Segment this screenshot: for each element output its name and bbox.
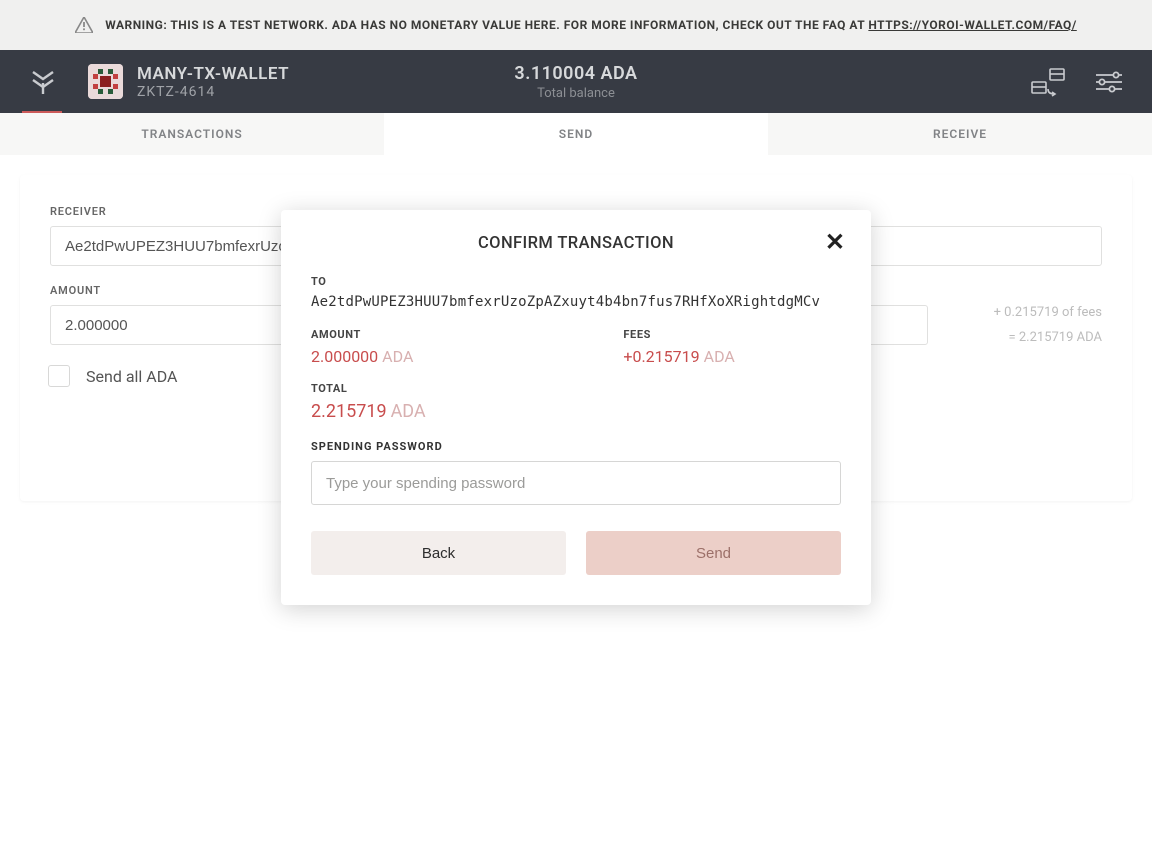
confirm-transaction-modal: CONFIRM TRANSACTION ✕ TO Ae2tdPwUPEZ3HUU… [281, 210, 871, 605]
modal-title: CONFIRM TRANSACTION [311, 234, 841, 253]
back-button[interactable]: Back [311, 531, 566, 575]
amount-value: 2.000000 [311, 347, 378, 366]
fees-unit: ADA [704, 347, 735, 366]
fees-label: FEES [623, 328, 734, 341]
fees-value: +0.215719 [623, 347, 699, 366]
total-value: 2.215719 [311, 401, 387, 422]
to-label: TO [311, 275, 841, 288]
total-unit: ADA [391, 401, 426, 422]
spending-password-label: SPENDING PASSWORD [311, 440, 841, 453]
amount-label-modal: AMOUNT [311, 328, 413, 341]
to-address: Ae2tdPwUPEZ3HUU7bmfexrUzoZpAZxuyt4b4bn7f… [311, 294, 841, 310]
send-button[interactable]: Send [586, 531, 841, 575]
total-label: TOTAL [311, 382, 841, 395]
amount-unit: ADA [382, 347, 413, 366]
modal-overlay: CONFIRM TRANSACTION ✕ TO Ae2tdPwUPEZ3HUU… [0, 0, 1152, 847]
close-icon[interactable]: ✕ [825, 230, 845, 254]
spending-password-input[interactable] [311, 461, 841, 505]
